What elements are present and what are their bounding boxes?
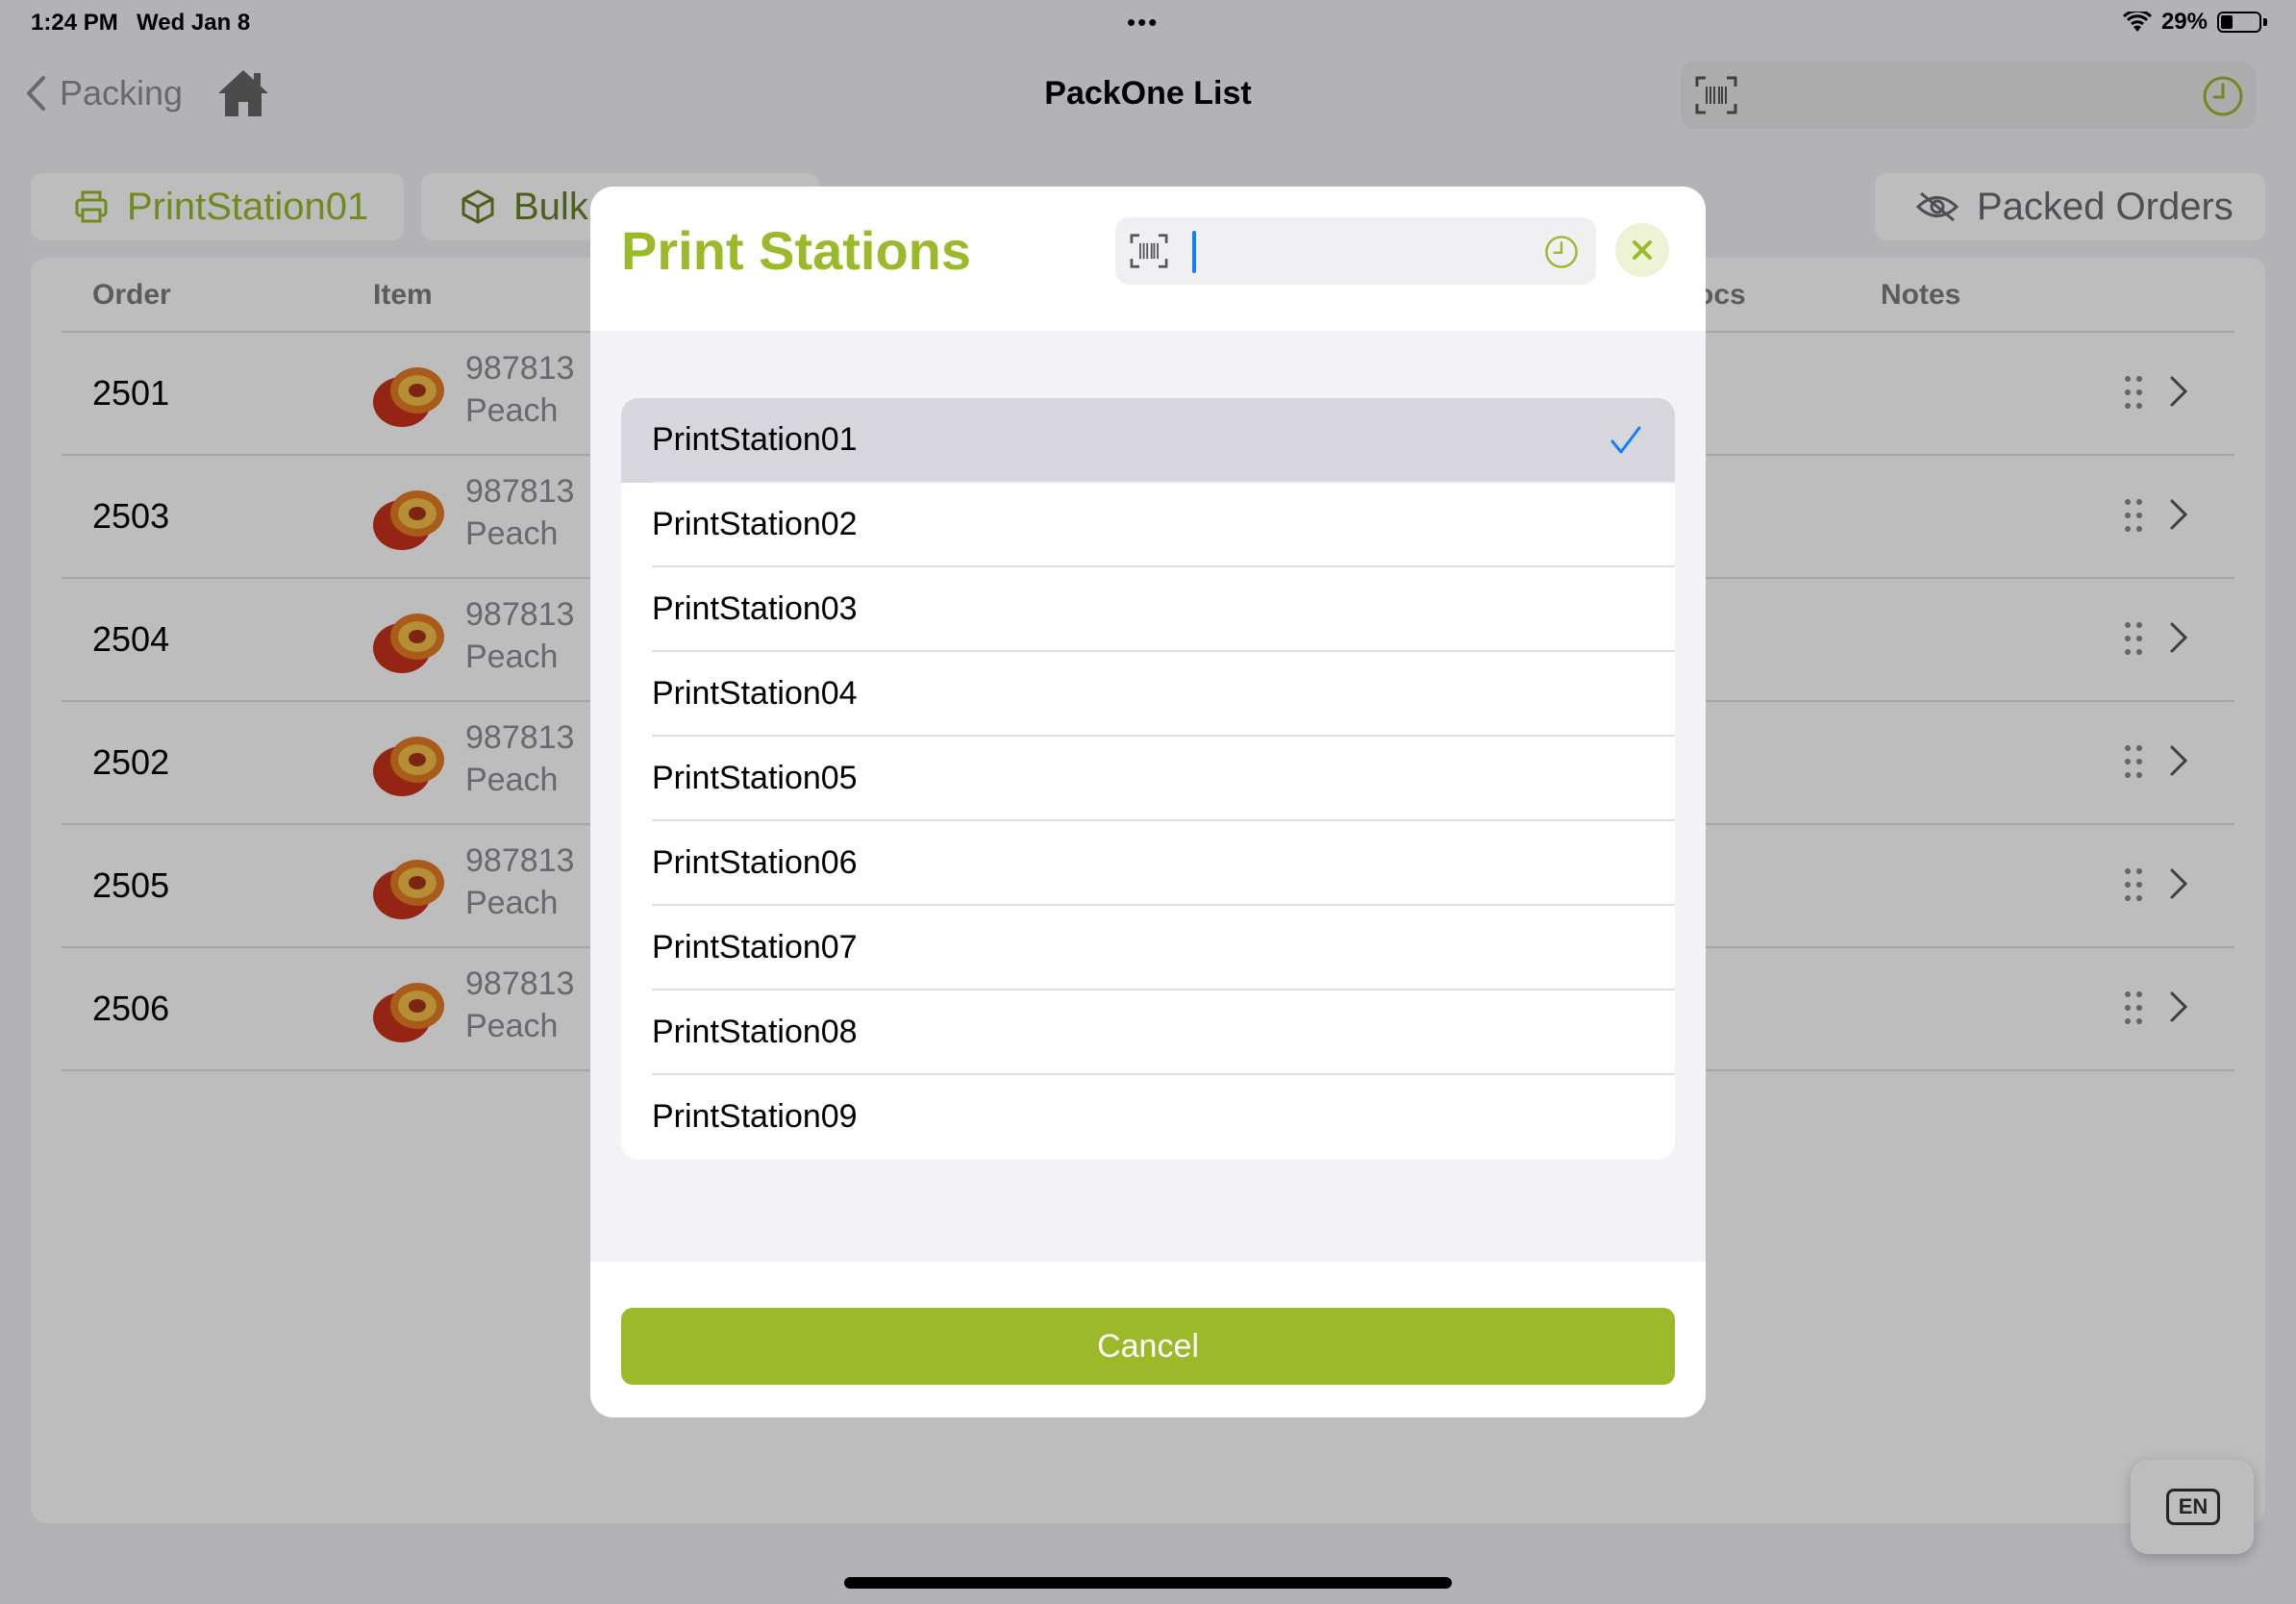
- list-item-printstation05[interactable]: PrintStation05: [621, 737, 1675, 821]
- modal-header: Print Stations: [590, 187, 1706, 331]
- cancel-button[interactable]: Cancel: [621, 1308, 1675, 1385]
- list-item-label: PrintStation04: [652, 675, 858, 712]
- print-stations-modal: Print Stations PrintStation01 PrintStati…: [590, 187, 1706, 1417]
- close-button[interactable]: [1615, 223, 1669, 277]
- list-item-label: PrintStation05: [652, 760, 858, 796]
- list-item-label: PrintStation03: [652, 590, 858, 627]
- text-caret: [1192, 231, 1196, 273]
- list-item-printstation08[interactable]: PrintStation08: [621, 990, 1675, 1075]
- barcode-scan-icon[interactable]: [1129, 233, 1169, 269]
- list-item-printstation02[interactable]: PrintStation02: [621, 483, 1675, 567]
- list-item-printstation09[interactable]: PrintStation09: [621, 1075, 1675, 1160]
- history-clock-icon[interactable]: [1544, 235, 1579, 269]
- list-item-printstation03[interactable]: PrintStation03: [621, 567, 1675, 652]
- list-item-label: PrintStation07: [652, 929, 858, 965]
- checkmark-icon: [1610, 426, 1641, 454]
- list-item-printstation01[interactable]: PrintStation01: [621, 398, 1675, 483]
- list-item-label: PrintStation08: [652, 1014, 858, 1050]
- list-item-label: PrintStation02: [652, 506, 858, 542]
- modal-footer: Cancel: [590, 1262, 1706, 1417]
- close-icon: [1633, 240, 1652, 260]
- modal-title: Print Stations: [621, 220, 972, 281]
- list-item-label: PrintStation01: [652, 421, 858, 458]
- list-item-label: PrintStation09: [652, 1098, 858, 1135]
- modal-search-field[interactable]: [1115, 217, 1596, 285]
- modal-search-input[interactable]: [1204, 227, 1492, 275]
- list-item-printstation06[interactable]: PrintStation06: [621, 821, 1675, 906]
- home-indicator[interactable]: [844, 1577, 1452, 1589]
- print-station-list: PrintStation01 PrintStation02 PrintStati…: [621, 398, 1675, 1160]
- list-item-label: PrintStation06: [652, 844, 858, 881]
- list-item-printstation04[interactable]: PrintStation04: [621, 652, 1675, 737]
- list-item-printstation07[interactable]: PrintStation07: [621, 906, 1675, 990]
